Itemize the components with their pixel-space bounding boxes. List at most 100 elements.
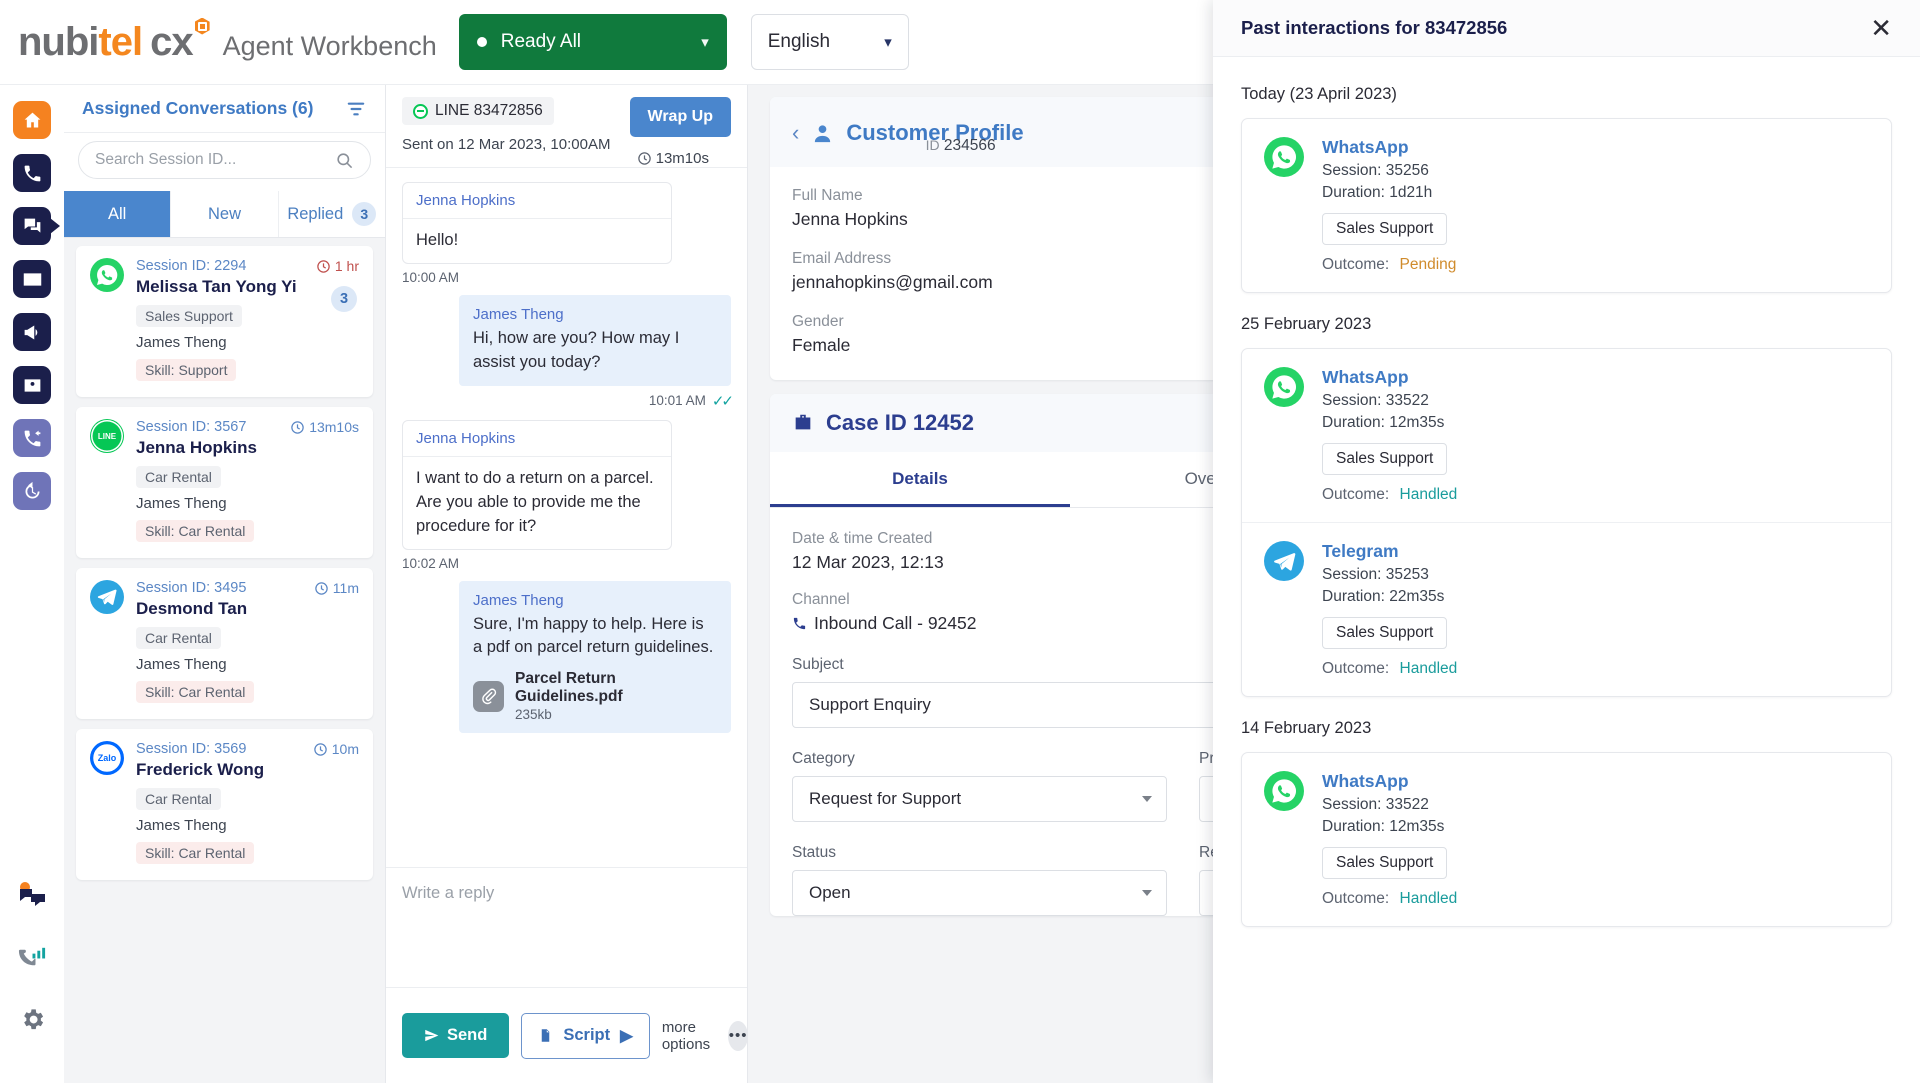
- message-bubble: Jenna Hopkins Hello!: [402, 182, 672, 264]
- day-label: 25 February 2023: [1241, 315, 1372, 333]
- back-chevron-icon[interactable]: ‹: [792, 122, 799, 144]
- phone-icon: [792, 616, 807, 631]
- field-value: 12 Mar 2023, 12:13: [792, 552, 944, 572]
- interaction-channel: Telegram: [1322, 541, 1399, 561]
- filter-icon[interactable]: [345, 98, 367, 120]
- interaction-outcome-value: Handled: [1399, 486, 1458, 503]
- sidebar-item-call-analytics[interactable]: [13, 937, 51, 977]
- interaction-card[interactable]: WhatsApp Session: 33522 Duration: 12m35s…: [1242, 349, 1891, 522]
- message-time: 10:01 AM: [648, 393, 706, 409]
- sidebar-item-conversations[interactable]: [13, 875, 51, 915]
- field-label: Full Name: [792, 187, 863, 204]
- tab-replied-label: Replied: [287, 204, 344, 223]
- agent-status-label: Ready All: [500, 31, 582, 52]
- ellipsis-icon[interactable]: •••: [728, 1020, 749, 1051]
- chevron-down-icon: ▾: [884, 34, 892, 51]
- interaction-duration: Duration: 22m35s: [1322, 588, 1445, 605]
- interaction-tag: Sales Support: [1322, 443, 1448, 475]
- conversation-list[interactable]: Session ID: 2294 Melissa Tan Yong Yi Sal…: [64, 238, 385, 1083]
- search-input[interactable]: [95, 151, 335, 169]
- field-value: Jenna Hopkins: [792, 209, 908, 229]
- interaction-card[interactable]: WhatsApp Session: 33522 Duration: 12m35s…: [1242, 753, 1891, 926]
- paperclip-icon: [473, 680, 504, 712]
- list-item[interactable]: Zalo Session ID: 3569 Frederick Wong Car…: [76, 729, 373, 880]
- customer-id: ID 234566: [926, 137, 996, 155]
- list-item[interactable]: Session ID: 2294 Melissa Tan Yong Yi Sal…: [76, 246, 373, 397]
- chat-header: LINE 83472856 Sent on 12 Mar 2023, 10:00…: [386, 85, 747, 168]
- message-text: I want to do a return on a parcel. Are y…: [416, 468, 654, 535]
- sidebar-item-campaign[interactable]: [13, 313, 51, 351]
- reply-area[interactable]: [386, 867, 747, 987]
- sidebar-item-callback[interactable]: [13, 419, 51, 457]
- list-item-unread-badge: 3: [331, 286, 357, 312]
- interaction-group: WhatsApp Session: 33522 Duration: 12m35s…: [1241, 348, 1892, 697]
- sidebar-item-email[interactable]: [13, 260, 51, 298]
- search-session-box[interactable]: [78, 141, 371, 179]
- message-bubble: James Theng Hi, how are you? How may I a…: [459, 294, 731, 386]
- wrap-up-button[interactable]: Wrap Up: [629, 97, 731, 137]
- day-label: Today (23 April 2023): [1241, 85, 1397, 103]
- conversations-header: Assigned Conversations (6): [64, 85, 385, 133]
- message-attachment[interactable]: Parcel Return Guidelines.pdf 235kb: [473, 670, 717, 722]
- left-nav-rail: [0, 85, 64, 1083]
- status-select[interactable]: Open: [792, 870, 1167, 916]
- sidebar-item-contacts[interactable]: [13, 366, 51, 404]
- sidebar-item-call[interactable]: [13, 154, 51, 192]
- tab-replied[interactable]: Replied 3: [279, 191, 385, 237]
- interaction-outcome-value: Handled: [1399, 660, 1458, 677]
- hexagon-icon: [194, 17, 210, 35]
- list-item-queue: Car Rental: [136, 788, 221, 810]
- drawer-body[interactable]: Today (23 April 2023) WhatsApp Session: …: [1213, 57, 1920, 1083]
- list-item-timer: 11m: [314, 580, 359, 596]
- close-icon[interactable]: ✕: [1870, 15, 1892, 41]
- history-clock-icon: [22, 481, 43, 502]
- customer-id-key: ID: [925, 137, 940, 153]
- chat-action-bar: Send Script ▶ more options •••: [386, 987, 749, 1083]
- sidebar-item-settings[interactable]: [13, 999, 51, 1039]
- chat-timer-value: 13m10s: [655, 150, 709, 167]
- list-item-agent: James Theng: [136, 817, 227, 834]
- interaction-outcome: Outcome: Handled: [1322, 486, 1457, 504]
- category-select[interactable]: Request for Support: [792, 776, 1167, 822]
- interaction-outcome-label: Outcome:: [1322, 256, 1390, 273]
- home-icon: [22, 110, 43, 131]
- list-item[interactable]: LINE Session ID: 3567 Jenna Hopkins Car …: [76, 407, 373, 558]
- status-field: Status Open: [792, 844, 1167, 916]
- sidebar-item-chat[interactable]: [13, 207, 60, 245]
- sidebar-item-history[interactable]: [13, 472, 51, 510]
- more-options-label: more options: [661, 1018, 711, 1053]
- more-options[interactable]: more options •••: [661, 1018, 749, 1053]
- drawer-title: Past interactions for 83472856: [1241, 17, 1508, 38]
- search-icon[interactable]: [335, 151, 354, 170]
- tab-new[interactable]: New: [171, 191, 279, 237]
- tab-details[interactable]: Details: [770, 452, 1070, 507]
- send-button[interactable]: Send: [402, 1013, 510, 1058]
- field-full-name: Full Name Jenna Hopkins: [792, 187, 1220, 230]
- interaction-card[interactable]: Telegram Session: 35253 Duration: 22m35s…: [1242, 522, 1891, 696]
- gear-icon: [19, 1006, 46, 1033]
- send-button-label: Send: [447, 1026, 488, 1044]
- reply-input[interactable]: [402, 884, 731, 971]
- agent-status-select[interactable]: Ready All ▾: [458, 14, 727, 70]
- chat-panel: LINE 83472856 Sent on 12 Mar 2023, 10:00…: [386, 85, 749, 1083]
- interaction-card[interactable]: WhatsApp Session: 35256 Duration: 1d21h …: [1242, 119, 1891, 292]
- interaction-group: WhatsApp Session: 35256 Duration: 1d21h …: [1241, 118, 1892, 293]
- list-item[interactable]: Session ID: 3495 Desmond Tan Car Rental …: [76, 568, 373, 719]
- list-item-timer-value: 11m: [332, 580, 359, 596]
- list-item-timer: 13m10s: [290, 419, 359, 435]
- message-list[interactable]: Jenna Hopkins Hello! 10:00 AM James Then…: [386, 168, 747, 867]
- language-select[interactable]: English ▾: [750, 14, 909, 70]
- tab-all[interactable]: All: [64, 191, 172, 237]
- chat-channel-chip: LINE 83472856: [402, 97, 554, 125]
- message-time: 10:02 AM: [402, 555, 460, 571]
- field-date-created: Date & time Created 12 Mar 2023, 12:13: [792, 530, 1220, 573]
- sidebar-item-home[interactable]: [13, 101, 51, 139]
- list-item-agent: James Theng: [136, 656, 227, 673]
- script-button-label: Script: [563, 1026, 611, 1044]
- script-button[interactable]: Script ▶: [521, 1012, 650, 1059]
- brand-logo[interactable]: nubitel cx Agent Workbench: [0, 17, 437, 65]
- attachment-name: Parcel Return Guidelines.pdf: [515, 670, 623, 706]
- interaction-tag: Sales Support: [1322, 617, 1448, 649]
- interaction-group: WhatsApp Session: 33522 Duration: 12m35s…: [1241, 752, 1892, 927]
- tab-new-label: New: [207, 204, 241, 223]
